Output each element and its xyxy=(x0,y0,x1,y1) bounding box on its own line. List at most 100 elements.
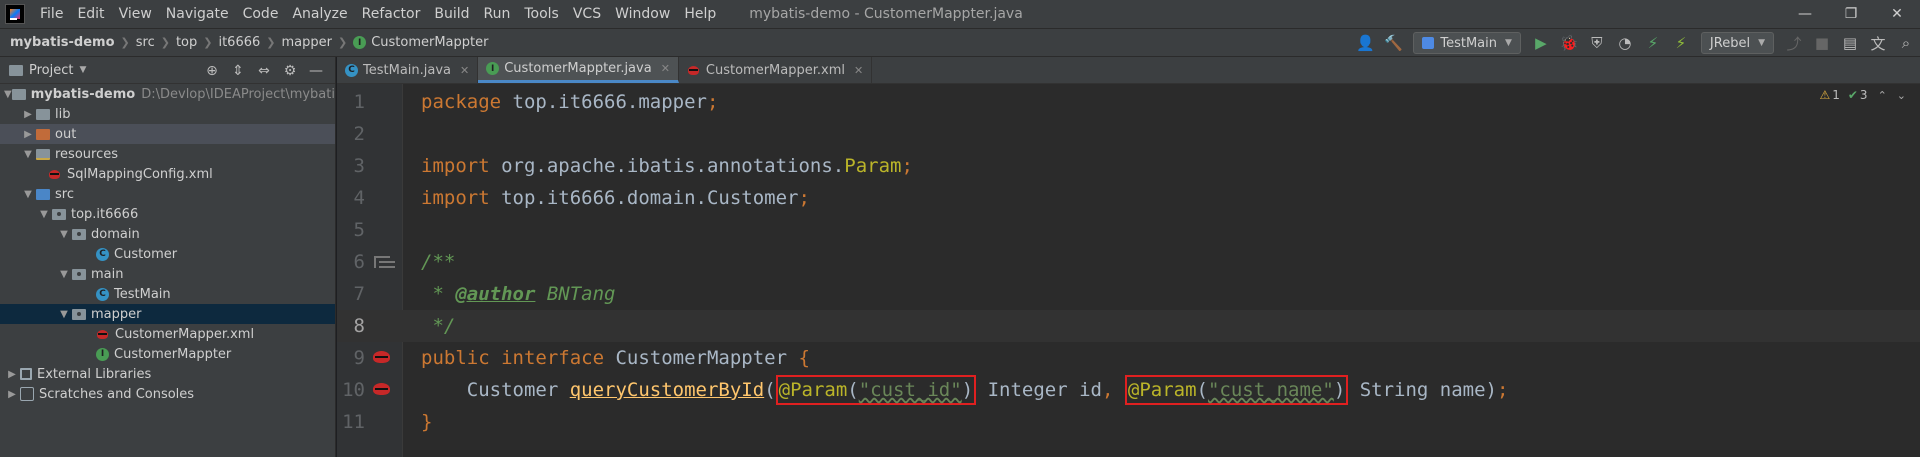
tree-item-domain[interactable]: ▼ domain xyxy=(0,224,335,244)
breadcrumb-top[interactable]: top xyxy=(172,35,201,50)
breadcrumb-mapper[interactable]: mapper xyxy=(277,35,335,50)
chevron-down-icon[interactable]: ▼ xyxy=(20,149,36,160)
menu-file[interactable]: File xyxy=(33,0,70,28)
chevron-down-icon[interactable]: ▼ xyxy=(56,269,72,280)
gear-icon[interactable]: ⚙ xyxy=(277,63,303,79)
menu-run[interactable]: Run xyxy=(477,0,518,28)
project-folder-icon xyxy=(9,64,23,76)
breadcrumb-file-label: CustomerMappter xyxy=(371,35,489,50)
menu-navigate[interactable]: Navigate xyxy=(159,0,236,28)
code-text: package top.it6666.mapper; xyxy=(421,91,719,113)
code-editor[interactable]: ⚠ 1 ✔ 3 ⌃ ⌄ 1 package top.it6666.mapper;… xyxy=(337,84,1920,457)
close-icon[interactable]: ✕ xyxy=(661,62,670,75)
tree-item-label: mybatis-demo xyxy=(30,86,136,102)
tree-item-mybatis-demo[interactable]: ▼ mybatis-demo D:\Devlop\IDEAProject\myb… xyxy=(0,84,335,104)
coverage-icon[interactable]: ⛨ xyxy=(1585,31,1609,55)
tree-item-out[interactable]: ▶ out xyxy=(0,124,335,144)
code-line: 5 xyxy=(337,214,1920,246)
jrebel-run-icon[interactable]: ⚡ xyxy=(1641,31,1665,55)
code-line: 9 public interface CustomerMappter { xyxy=(337,342,1920,374)
debug-icon[interactable]: 🐞 xyxy=(1557,31,1581,55)
tree-item-lib[interactable]: ▶ lib xyxy=(0,104,335,124)
tab-testmain[interactable]: C TestMain.java ✕ xyxy=(337,57,479,83)
tree-item-main[interactable]: ▼ main xyxy=(0,264,335,284)
tree-item-label: resources xyxy=(55,146,119,162)
package-icon xyxy=(72,228,86,240)
chevron-right-icon[interactable]: ▶ xyxy=(4,389,20,400)
profile-icon[interactable]: ◔ xyxy=(1613,31,1637,55)
chevron-down-icon[interactable]: ▼ xyxy=(56,309,72,320)
project-view-selector[interactable]: Project xyxy=(29,63,73,78)
chevron-right-icon[interactable]: ▶ xyxy=(20,129,36,140)
chevron-down-icon[interactable]: ▼ xyxy=(36,209,52,220)
collapse-all-icon[interactable]: ⇔ xyxy=(251,63,277,79)
menu-help[interactable]: Help xyxy=(677,0,723,28)
tree-item-external-libraries[interactable]: ▶ External Libraries xyxy=(0,364,335,384)
package-icon xyxy=(52,208,66,220)
stop-icon[interactable]: ■ xyxy=(1810,31,1834,55)
code-text: import top.it6666.domain.Customer; xyxy=(421,187,810,209)
breadcrumb-project[interactable]: mybatis-demo xyxy=(6,35,119,50)
menu-build[interactable]: Build xyxy=(427,0,476,28)
window-controls: — ❐ ✕ xyxy=(1782,0,1920,28)
tree-item-resources[interactable]: ▼ resources xyxy=(0,144,335,164)
minimize-icon[interactable]: — xyxy=(1782,0,1828,28)
tree-item-mapper[interactable]: ▼ mapper xyxy=(0,304,335,324)
intellij-logo-icon[interactable] xyxy=(5,4,25,24)
tree-item-customer[interactable]: C Customer xyxy=(0,244,335,264)
menu-window[interactable]: Window xyxy=(608,0,677,28)
tab-customermappter[interactable]: I CustomerMappter.java ✕ xyxy=(478,57,679,83)
tree-item-testmain[interactable]: C TestMain xyxy=(0,284,335,304)
run-configuration-dropdown[interactable]: TestMain ▼ xyxy=(1413,32,1521,54)
mybatis-navigate-icon[interactable] xyxy=(371,380,393,400)
menu-code[interactable]: Code xyxy=(236,0,286,28)
menu-refactor[interactable]: Refactor xyxy=(355,0,428,28)
tree-item-customermapper-xml[interactable]: CustomerMapper.xml xyxy=(0,324,335,344)
tree-item-customermappter[interactable]: I CustomerMappter xyxy=(0,344,335,364)
tree-item-sqlmappingconfig[interactable]: SqlMappingConfig.xml xyxy=(0,164,335,184)
hide-panel-icon[interactable]: — xyxy=(303,63,329,79)
jrebel-debug-icon[interactable]: ⚡ xyxy=(1669,31,1693,55)
tree-item-src[interactable]: ▼ src xyxy=(0,184,335,204)
chevron-right-icon[interactable]: ▶ xyxy=(20,109,36,120)
user-icon[interactable]: 👤 xyxy=(1353,31,1377,55)
menu-analyze[interactable]: Analyze xyxy=(285,0,354,28)
code-line: 6 /** xyxy=(337,246,1920,278)
tree-item-scratches[interactable]: ▶ Scratches and Consoles xyxy=(0,384,335,404)
chevron-right-icon[interactable]: ▶ xyxy=(4,369,20,380)
close-icon[interactable]: ✕ xyxy=(460,64,469,77)
expand-all-icon[interactable]: ⇕ xyxy=(225,63,251,79)
jrebel-dropdown[interactable]: JRebel ▼ xyxy=(1700,32,1774,54)
code-line: 2 xyxy=(337,118,1920,150)
chevron-down-icon[interactable]: ▼ xyxy=(20,189,36,200)
restore-icon[interactable]: ❐ xyxy=(1828,0,1874,28)
menu-view[interactable]: View xyxy=(112,0,159,28)
tree-item-top-it6666[interactable]: ▼ top.it6666 xyxy=(0,204,335,224)
build-hammer-icon[interactable]: 🔨 xyxy=(1381,31,1405,55)
chevron-down-icon[interactable]: ▼ xyxy=(79,65,86,75)
tree-item-path: D:\Devlop\IDEAProject\mybatis-demo xyxy=(141,86,335,102)
menu-vcs[interactable]: VCS xyxy=(566,0,608,28)
tab-customermapper-xml[interactable]: CustomerMapper.xml ✕ xyxy=(679,57,873,83)
chevron-down-icon[interactable]: ▼ xyxy=(4,89,12,100)
menu-tools[interactable]: Tools xyxy=(517,0,566,28)
breadcrumb-src[interactable]: src xyxy=(132,35,159,50)
chevron-down-icon[interactable]: ▼ xyxy=(56,229,72,240)
fold-comment-icon[interactable] xyxy=(371,252,393,272)
close-window-icon[interactable]: ✕ xyxy=(1874,0,1920,28)
translate-icon[interactable]: 文 xyxy=(1866,31,1890,55)
interface-icon: I xyxy=(486,62,500,75)
close-icon[interactable]: ✕ xyxy=(854,64,863,77)
breadcrumb-file[interactable]: I CustomerMappter xyxy=(349,35,492,50)
run-configuration-label: TestMain xyxy=(1440,35,1497,51)
breadcrumb-it6666[interactable]: it6666 xyxy=(214,35,264,50)
locate-file-icon[interactable]: ⊕ xyxy=(199,63,225,79)
code-text: * @author BNTang xyxy=(421,283,616,305)
mybatis-navigate-icon[interactable] xyxy=(371,348,393,368)
code-line: 4 import top.it6666.domain.Customer; xyxy=(337,182,1920,214)
search-icon[interactable]: ⌕ xyxy=(1894,31,1918,55)
project-structure-icon[interactable]: ▤ xyxy=(1838,31,1862,55)
update-running-app-icon[interactable]: ⤴ xyxy=(1782,31,1806,55)
menu-edit[interactable]: Edit xyxy=(70,0,111,28)
run-icon[interactable]: ▶ xyxy=(1529,31,1553,55)
